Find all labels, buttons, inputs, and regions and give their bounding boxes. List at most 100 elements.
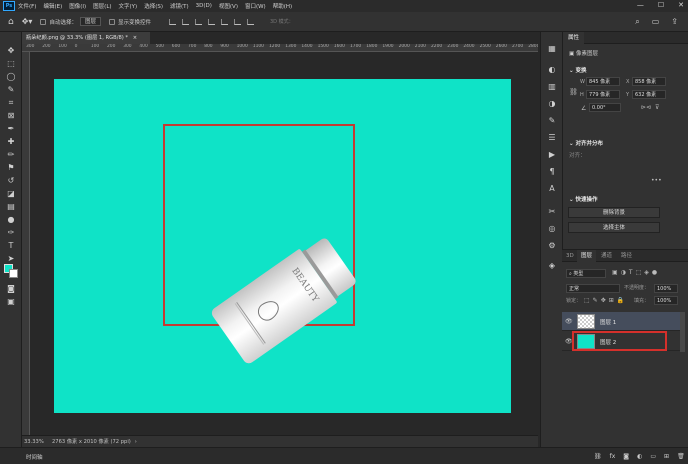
fill-field[interactable]: 100% [654, 296, 678, 305]
3d-icon[interactable]: ◈ [546, 261, 558, 271]
add-mask-icon[interactable]: ◙ [623, 453, 629, 464]
align-bottom-icon[interactable] [233, 18, 241, 25]
marquee-icon[interactable]: ⬚ [5, 59, 17, 69]
menu-type[interactable]: 文字(Y) [119, 2, 138, 10]
select-subject-button[interactable]: 选择主体 [568, 222, 660, 233]
adjustment-layer-icon[interactable]: ◐ [637, 453, 642, 464]
menu-layer[interactable]: 图层(L) [93, 2, 111, 10]
status-arrow-icon[interactable]: › [135, 439, 137, 445]
actions-icon[interactable]: ▶ [546, 150, 558, 160]
align-top-icon[interactable] [207, 18, 215, 25]
maximize-button[interactable]: ☐ [658, 1, 664, 9]
history-icon[interactable]: ▦ [546, 44, 558, 54]
frame-icon[interactable]: ⊠ [5, 111, 17, 121]
auto-select-checkbox[interactable] [40, 18, 47, 25]
menu-help[interactable]: 帮助(H) [273, 2, 292, 10]
minimize-button[interactable]: — [637, 1, 644, 9]
height-field[interactable]: 779 像素 [586, 90, 620, 99]
auto-select-dropdown[interactable]: 图层 [79, 17, 101, 26]
document-canvas[interactable] [54, 79, 511, 413]
properties-icon[interactable]: ⚙ [546, 241, 558, 251]
lasso-icon[interactable]: ◯ [5, 72, 17, 82]
show-transform-checkbox[interactable] [108, 18, 115, 25]
fx-icon[interactable]: fx [610, 453, 616, 464]
tab-paths[interactable]: 路径 [617, 250, 636, 262]
stamp-icon[interactable]: ⚑ [5, 163, 17, 173]
brush-icon[interactable]: ✏ [5, 150, 17, 160]
quick-actions-title[interactable]: ⌄ 快速操作 [569, 195, 598, 203]
crop-icon[interactable]: ⌗ [5, 98, 17, 108]
quick-select-icon[interactable]: ✎ [5, 85, 17, 95]
screen-mode-icon[interactable]: ▣ [5, 297, 17, 307]
width-field[interactable]: 845 像素 [586, 77, 620, 86]
clone-source-icon[interactable]: ◎ [546, 224, 558, 234]
align-right-icon[interactable] [194, 18, 202, 25]
link-icon[interactable]: ⛓ [569, 88, 578, 96]
filter-icons[interactable]: ▣◑T⬚◈● [612, 269, 660, 276]
background-color-swatch[interactable] [9, 269, 18, 278]
transform-section-title[interactable]: ⌄ 变换 [569, 66, 587, 74]
menu-file[interactable]: 文件(F) [18, 2, 36, 10]
link-layers-icon[interactable]: ⛓ [594, 453, 602, 464]
home-icon[interactable]: ⌂ [8, 17, 14, 27]
history-brush-icon[interactable]: ↺ [5, 176, 17, 186]
healing-icon[interactable]: ✚ [5, 137, 17, 147]
share-icon[interactable]: ⇪ [671, 17, 678, 27]
delete-layer-icon[interactable]: 🗑 [677, 453, 685, 464]
more-icon[interactable]: ••• [651, 177, 662, 184]
close-tab-icon[interactable]: × [133, 35, 137, 41]
layers-scrollbar[interactable] [680, 312, 685, 352]
y-field[interactable]: 632 像素 [632, 90, 666, 99]
menu-filter[interactable]: 滤镜(T) [170, 2, 189, 10]
menu-3d[interactable]: 3D(D) [196, 3, 212, 9]
align-section-title[interactable]: ⌄ 对齐并分布 [569, 139, 603, 147]
path-select-icon[interactable]: ➤ [5, 254, 17, 264]
angle-field[interactable]: 0.00° [589, 103, 621, 112]
quick-mask-icon[interactable]: ◙ [5, 284, 17, 294]
menu-view[interactable]: 视图(V) [219, 2, 238, 10]
flip-vertical-icon[interactable]: ⊽ [655, 104, 659, 111]
layer-kind-filter[interactable]: ⌕ 类型 [566, 269, 606, 278]
workspace-icon[interactable]: ▭ [652, 17, 660, 27]
menu-image[interactable]: 图像(I) [69, 2, 86, 10]
adjustments-icon[interactable]: ◑ [546, 99, 558, 109]
tab-properties[interactable]: 属性 [563, 32, 585, 44]
timeline-tab[interactable]: 时间轴 [26, 453, 43, 461]
pen-icon[interactable]: ✑ [5, 228, 17, 238]
remove-background-button[interactable]: 删除背景 [568, 207, 660, 218]
visibility-eye-icon[interactable]: 👁 [565, 318, 573, 325]
type-icon[interactable]: T [5, 241, 17, 251]
move-icon[interactable]: ✥ [5, 46, 17, 56]
search-icon[interactable]: ⌕ [635, 17, 639, 27]
lock-icons[interactable]: ⬚✎✥⊞🔒 [584, 297, 627, 304]
document-tab[interactable]: 瓶朵纪颜.png @ 33.3% (图层 1, RGB/8) * × [22, 32, 150, 44]
tab-channels[interactable]: 通道 [597, 250, 616, 262]
tools-settings-icon[interactable]: ✂ [546, 207, 558, 217]
dodge-icon[interactable]: ● [5, 215, 17, 225]
menu-window[interactable]: 窗口(W) [245, 2, 266, 10]
move-tool-icon[interactable]: ✥▾ [22, 17, 33, 26]
color-icon[interactable]: ◐ [546, 65, 558, 75]
opacity-field[interactable]: 100% [654, 284, 678, 293]
align-left-icon[interactable] [168, 18, 176, 25]
tab-layers[interactable]: 图层 [577, 250, 597, 262]
new-layer-icon[interactable]: ⊞ [664, 453, 669, 464]
paragraph-icon[interactable]: ¶ [546, 167, 558, 177]
swatches-icon[interactable]: ▥ [546, 82, 558, 92]
brush-settings-icon[interactable]: ✎ [546, 116, 558, 126]
flip-horizontal-icon[interactable]: ⊳⊲ [641, 104, 651, 111]
layer-row[interactable]: 👁 图层 1 [562, 312, 680, 331]
align-center-icon[interactable] [181, 18, 189, 25]
zoom-level[interactable]: 33.33% [22, 439, 48, 445]
align-middle-icon[interactable] [220, 18, 228, 25]
gradient-icon[interactable]: ▤ [5, 202, 17, 212]
distribute-icon[interactable] [246, 18, 254, 25]
x-field[interactable]: 858 像素 [632, 77, 666, 86]
close-window-button[interactable]: ✕ [678, 1, 684, 9]
character-icon[interactable]: A [546, 184, 558, 194]
group-icon[interactable]: ▭ [650, 453, 656, 464]
blend-mode-select[interactable]: 正常 [566, 284, 620, 293]
eyedropper-icon[interactable]: ✒ [5, 124, 17, 134]
menu-edit[interactable]: 编辑(E) [43, 2, 62, 10]
menu-select[interactable]: 选择(S) [144, 2, 163, 10]
